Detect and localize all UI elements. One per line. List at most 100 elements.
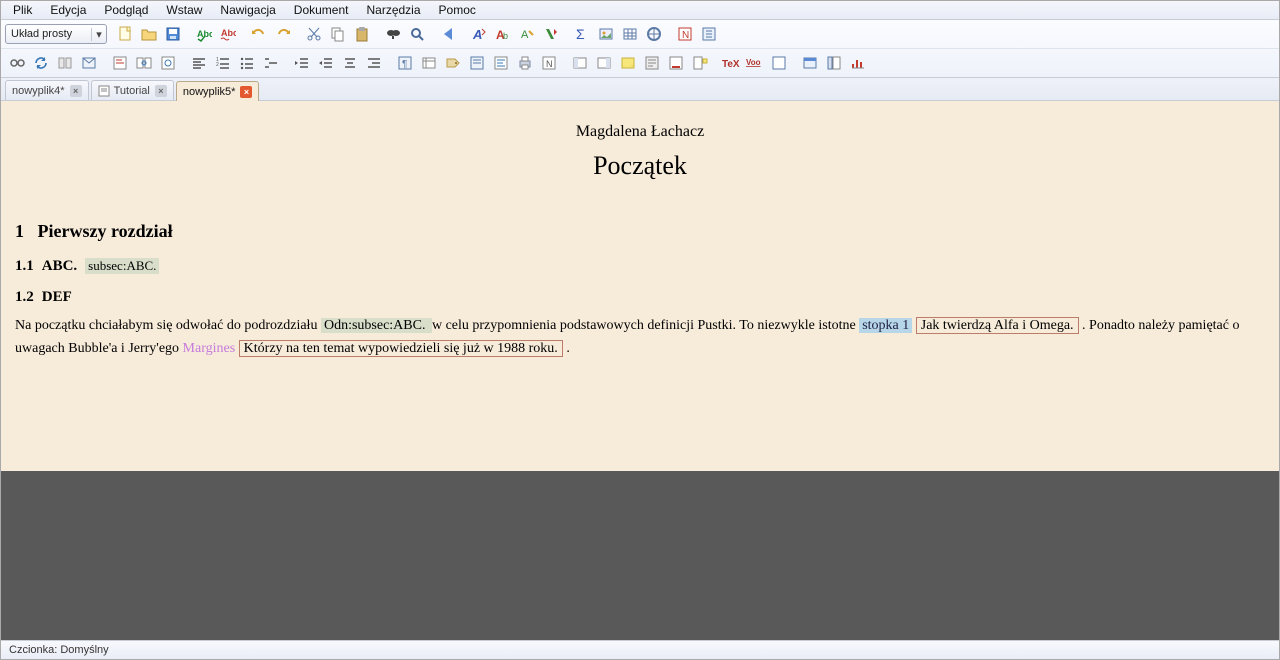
- format-emphasize-button[interactable]: A: [468, 23, 490, 45]
- marginnote-content[interactable]: Którzy na ten temat wypowiedzieli się ju…: [239, 340, 563, 357]
- close-icon[interactable]: ×: [240, 86, 252, 98]
- comment-button[interactable]: [641, 52, 663, 74]
- stats-button[interactable]: [847, 52, 869, 74]
- label-inset[interactable]: subsec:ABC.: [85, 258, 159, 274]
- marginnote-marker[interactable]: Margines: [183, 341, 236, 356]
- ert-button[interactable]: [768, 52, 790, 74]
- insert-table-button[interactable]: [619, 23, 641, 45]
- spellcheck-toggle-button[interactable]: Abc: [217, 23, 239, 45]
- footnote-marker[interactable]: stopka 1: [859, 318, 912, 333]
- undo-button[interactable]: [248, 23, 270, 45]
- menu-file[interactable]: Plik: [5, 3, 42, 17]
- subsection-title: ABC.: [42, 258, 77, 275]
- print-button[interactable]: [514, 52, 536, 74]
- view-outline-button[interactable]: [78, 52, 100, 74]
- align-right-button[interactable]: [363, 52, 385, 74]
- number-list-button[interactable]: 12: [212, 52, 234, 74]
- redo-button[interactable]: [272, 23, 294, 45]
- close-icon[interactable]: ×: [70, 85, 82, 97]
- svg-text:N: N: [682, 30, 689, 41]
- insert-crossref-button[interactable]: [698, 23, 720, 45]
- menu-document[interactable]: Dokument: [286, 3, 359, 17]
- label-button[interactable]: [442, 52, 464, 74]
- cut-button[interactable]: [303, 23, 325, 45]
- copy-button[interactable]: [327, 23, 349, 45]
- align-left-button[interactable]: [188, 52, 210, 74]
- frame-button[interactable]: [418, 52, 440, 74]
- toolbar-row-2: 12 ¶ N TeX Voo: [1, 48, 1279, 77]
- document-icon: [98, 85, 110, 97]
- new-file-button[interactable]: [114, 23, 136, 45]
- insert-text-button[interactable]: A: [516, 23, 538, 45]
- footnote-button[interactable]: [665, 52, 687, 74]
- insert-image-button[interactable]: [595, 23, 617, 45]
- menu-insert[interactable]: Wstaw: [158, 3, 212, 17]
- menu-bar: Plik Edycja Podgląd Wstaw Nawigacja Doku…: [1, 1, 1279, 20]
- section-title: Pierwszy rozdział: [38, 221, 173, 241]
- outline-pane-button[interactable]: [823, 52, 845, 74]
- dialog-button[interactable]: [799, 52, 821, 74]
- insert-link-button[interactable]: [643, 23, 665, 45]
- sticky-note-button[interactable]: [617, 52, 639, 74]
- format-noun-button[interactable]: Ab: [492, 23, 514, 45]
- view-toggle-button[interactable]: [6, 52, 28, 74]
- save-button[interactable]: [162, 23, 184, 45]
- svg-text:A: A: [521, 29, 529, 41]
- run-button[interactable]: [540, 23, 562, 45]
- bullet-list-button[interactable]: [236, 52, 258, 74]
- subsection-1-2: 1.2 DEF: [15, 289, 1265, 306]
- box-left-button[interactable]: [569, 52, 591, 74]
- status-font-label: Czcionka: Domyślny: [9, 644, 109, 656]
- insert-citation-button[interactable]: N: [674, 23, 696, 45]
- footnote-content[interactable]: Jak twierdzą Alfa i Omega.: [916, 317, 1079, 334]
- layout-combo-label: Układ prosty: [11, 28, 72, 40]
- open-file-button[interactable]: [138, 23, 160, 45]
- history-button[interactable]: [157, 52, 179, 74]
- svg-text:2: 2: [216, 62, 219, 68]
- nav-back-button[interactable]: [437, 23, 459, 45]
- body-text: .: [566, 341, 570, 356]
- crossref-inset[interactable]: Odn:subsec:ABC.: [321, 318, 432, 333]
- tab-nowyplik5[interactable]: nowyplik5* ×: [176, 81, 260, 101]
- toolbar-row-1: Układ prosty ▾ Abc Abc A Ab A: [1, 20, 1279, 48]
- find-button[interactable]: [382, 23, 404, 45]
- menu-tools[interactable]: Narzędzia: [358, 3, 430, 17]
- menu-view[interactable]: Podgląd: [96, 3, 158, 17]
- document-title: Początek: [15, 151, 1265, 181]
- track-changes-button[interactable]: [109, 52, 131, 74]
- box-right-button[interactable]: [593, 52, 615, 74]
- close-icon[interactable]: ×: [155, 85, 167, 97]
- tab-label: nowyplik5*: [183, 86, 236, 98]
- paragraph-button[interactable]: ¶: [394, 52, 416, 74]
- preamble-button[interactable]: Voo: [744, 52, 766, 74]
- math-sum-button[interactable]: Σ: [571, 23, 593, 45]
- menu-edit[interactable]: Edycja: [42, 3, 96, 17]
- align-center-button[interactable]: [339, 52, 361, 74]
- section-number: 1: [15, 221, 24, 241]
- menu-navigate[interactable]: Nawigacja: [212, 3, 285, 17]
- subsection-1-1: 1.1 ABC. subsec:ABC.: [15, 258, 1265, 275]
- view-master-button[interactable]: [54, 52, 76, 74]
- paragraph-body: Na początku chciałabym się odwołać do po…: [15, 314, 1265, 360]
- note-button[interactable]: N: [538, 52, 560, 74]
- compare-button[interactable]: [133, 52, 155, 74]
- refresh-button[interactable]: [30, 52, 52, 74]
- svg-text:Voo: Voo: [746, 58, 761, 67]
- canvas-background: [1, 471, 1279, 640]
- marginnote-button[interactable]: [689, 52, 711, 74]
- svg-text:N: N: [546, 59, 553, 69]
- search-button[interactable]: [406, 23, 428, 45]
- spellcheck-button[interactable]: Abc: [193, 23, 215, 45]
- layout-combo[interactable]: Układ prosty ▾: [5, 24, 107, 44]
- menu-help[interactable]: Pomoc: [431, 3, 486, 17]
- paste-button[interactable]: [351, 23, 373, 45]
- toc-button[interactable]: [490, 52, 512, 74]
- description-list-button[interactable]: [260, 52, 282, 74]
- tab-tutorial[interactable]: Tutorial ×: [91, 80, 174, 100]
- document-page[interactable]: Magdalena Łachacz Początek 1 Pierwszy ro…: [1, 101, 1279, 471]
- tab-nowyplik4[interactable]: nowyplik4* ×: [5, 80, 89, 100]
- indent-less-button[interactable]: [315, 52, 337, 74]
- tex-button[interactable]: TeX: [720, 52, 742, 74]
- section-button[interactable]: [466, 52, 488, 74]
- indent-more-button[interactable]: [291, 52, 313, 74]
